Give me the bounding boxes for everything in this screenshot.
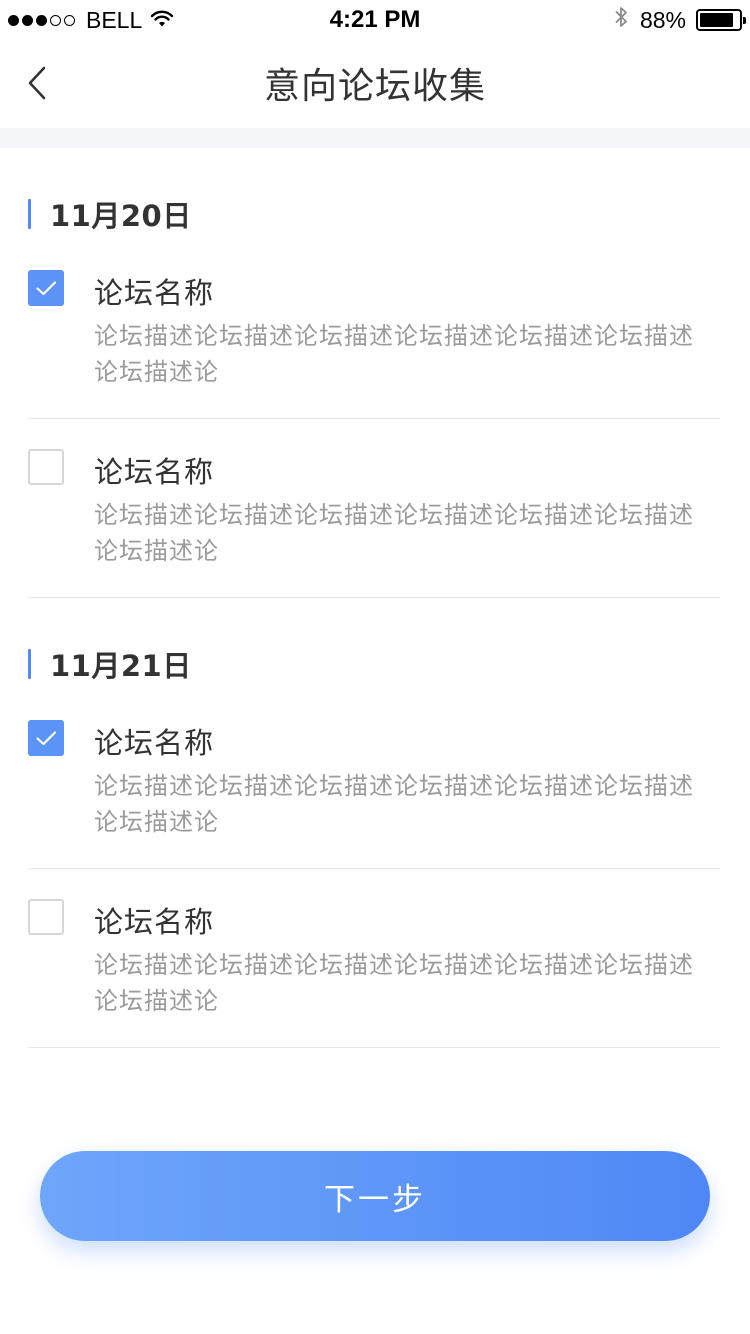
section-accent-bar — [28, 199, 31, 229]
checkbox[interactable] — [28, 270, 64, 306]
nav-bar: 意向论坛收集 — [0, 40, 750, 128]
next-step-label: 下一步 — [324, 1181, 426, 1218]
checkbox[interactable] — [28, 449, 64, 485]
bluetooth-icon — [614, 5, 628, 35]
item-divider — [28, 868, 720, 869]
forum-item[interactable]: 论坛名称 论坛描述论坛描述论坛描述论坛描述论坛描述论坛描述论坛描述论 — [28, 720, 720, 850]
forum-description: 论坛描述论坛描述论坛描述论坛描述论坛描述论坛描述论坛描述论 — [94, 951, 694, 1015]
battery-icon — [696, 9, 746, 31]
forum-description: 论坛描述论坛描述论坛描述论坛描述论坛描述论坛描述论坛描述论 — [94, 501, 694, 565]
item-divider — [28, 1047, 720, 1048]
section-date: 11月21日 — [50, 649, 192, 683]
section-accent-bar — [28, 649, 31, 679]
forum-name: 论坛名称 — [94, 726, 215, 760]
next-step-button[interactable]: 下一步 — [40, 1151, 710, 1241]
item-divider — [28, 597, 720, 598]
forum-description: 论坛描述论坛描述论坛描述论坛描述论坛描述论坛描述论坛描述论 — [94, 322, 694, 386]
section-header: 11月20日 — [28, 197, 192, 233]
page-title: 意向论坛收集 — [263, 66, 486, 107]
checkmark-icon — [36, 731, 57, 746]
battery-fill — [700, 13, 734, 27]
forum-name: 论坛名称 — [94, 455, 215, 489]
status-right: 88% — [614, 5, 746, 35]
forum-name: 论坛名称 — [94, 276, 215, 310]
checkbox[interactable] — [28, 720, 64, 756]
status-bar: BELL 4:21 PM 88% — [0, 0, 750, 40]
checkmark-icon — [36, 281, 57, 296]
item-divider — [28, 418, 720, 419]
forum-item[interactable]: 论坛名称 论坛描述论坛描述论坛描述论坛描述论坛描述论坛描述论坛描述论 — [28, 270, 720, 400]
section-header: 11月21日 — [28, 647, 192, 683]
section-date: 11月20日 — [50, 199, 192, 233]
forum-item[interactable]: 论坛名称 论坛描述论坛描述论坛描述论坛描述论坛描述论坛描述论坛描述论 — [28, 449, 720, 579]
forum-description: 论坛描述论坛描述论坛描述论坛描述论坛描述论坛描述论坛描述论 — [94, 772, 694, 836]
checkbox[interactable] — [28, 899, 64, 935]
header-divider — [0, 128, 750, 148]
battery-percent: 88% — [639, 6, 686, 33]
forum-item[interactable]: 论坛名称 论坛描述论坛描述论坛描述论坛描述论坛描述论坛描述论坛描述论 — [28, 899, 720, 1029]
forum-name: 论坛名称 — [94, 905, 215, 939]
